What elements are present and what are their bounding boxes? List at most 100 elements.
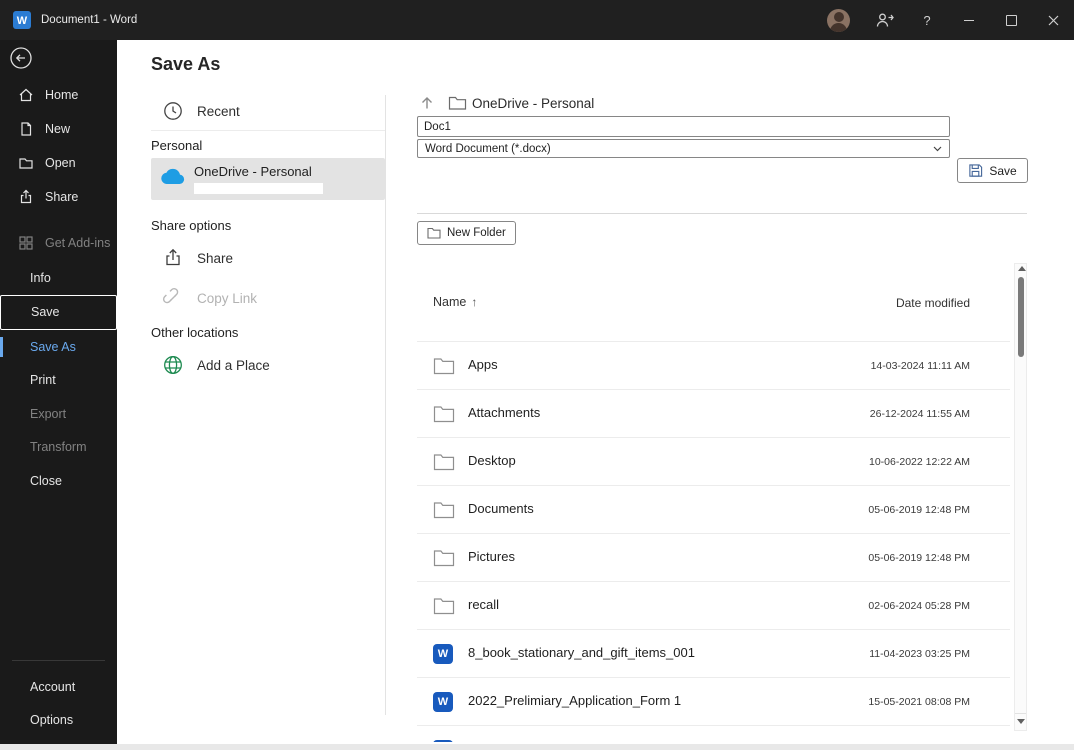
sidebar-item-new[interactable]: New (0, 112, 117, 146)
sidebar-item-open[interactable]: Open (0, 146, 117, 180)
back-button[interactable] (9, 46, 33, 70)
file-row-recall[interactable]: recall 02-06-2024 05:28 PM (417, 582, 1010, 630)
sidebar-item-label: Print (30, 373, 56, 387)
sidebar-item-label: New (45, 122, 70, 136)
sidebar-item-close[interactable]: Close (0, 464, 117, 498)
sidebar-item-label: Export (30, 407, 66, 421)
save-floppy-icon (968, 163, 983, 178)
nav-item-recent[interactable]: Recent (151, 95, 385, 127)
column-header-date-modified[interactable]: Date modified (896, 296, 970, 310)
new-folder-label: New Folder (447, 227, 506, 239)
file-row-desktop[interactable]: Desktop 10-06-2022 12:22 AM (417, 438, 1010, 486)
column-header-name-label: Name (433, 295, 466, 309)
folder-icon (433, 501, 455, 519)
filename-input[interactable] (417, 116, 950, 137)
file-name: Pictures (468, 549, 515, 564)
onedrive-cloud-icon (160, 167, 186, 184)
file-date: 10-06-2022 12:22 AM (869, 456, 970, 468)
sidebar-item-save[interactable]: Save (0, 295, 117, 331)
folder-icon (433, 357, 455, 375)
sidebar-item-share[interactable]: Share (0, 180, 117, 214)
sidebar-item-home[interactable]: Home (0, 78, 117, 112)
file-row-partial[interactable]: W (417, 726, 1010, 742)
nav-item-onedrive-personal[interactable]: OneDrive - Personal (151, 158, 385, 200)
close-button[interactable] (1032, 0, 1074, 40)
help-button[interactable]: ? (906, 0, 948, 40)
sidebar-item-export[interactable]: Export (0, 397, 117, 431)
column-header-name[interactable]: Name ↑ (433, 295, 477, 309)
folder-icon (433, 453, 455, 471)
sidebar-item-info[interactable]: Info (0, 261, 117, 295)
nav-divider (151, 130, 385, 131)
maximize-button[interactable] (990, 0, 1032, 40)
file-date: 11-04-2023 03:25 PM (869, 648, 970, 660)
onedrive-account-redacted (194, 183, 323, 194)
word-file-icon: W (433, 644, 453, 664)
file-name: Desktop (468, 453, 516, 468)
open-folder-icon (18, 155, 34, 171)
window-bottom-edge (0, 744, 1074, 750)
file-row-documents[interactable]: Documents 05-06-2019 12:48 PM (417, 486, 1010, 534)
page-title: Save As (151, 54, 220, 75)
titlebar: W Document1 - Word ? (0, 0, 1074, 40)
sidebar-item-transform[interactable]: Transform (0, 431, 117, 465)
save-panel: OneDrive - Personal Word Document (*.doc… (417, 95, 1027, 746)
sidebar-item-label: Save As (30, 340, 76, 354)
panel-divider (417, 213, 1027, 214)
nav-item-copy-link[interactable]: Copy Link (151, 282, 385, 314)
share-box-icon (161, 246, 185, 270)
svg-text:W: W (17, 15, 28, 27)
file-name: 2022_Prelimiary_Application_Form 1 (468, 693, 681, 708)
up-directory-icon[interactable] (419, 95, 435, 111)
filetype-dropdown[interactable]: Word Document (*.docx) (417, 139, 950, 158)
breadcrumb-folder-icon (448, 95, 467, 111)
file-row-word-doc[interactable]: W 2022_Prelimiary_Application_Form 1 15-… (417, 678, 1010, 726)
save-button[interactable]: Save (957, 158, 1028, 183)
file-date: 15-05-2021 08:08 PM (868, 696, 970, 708)
word-file-icon: W (433, 740, 453, 742)
file-row-apps[interactable]: Apps 14-03-2024 11:11 AM (417, 342, 1010, 390)
folder-icon (433, 405, 455, 423)
sidebar-item-print[interactable]: Print (0, 364, 117, 398)
file-date: 05-06-2019 12:48 PM (868, 504, 970, 516)
nav-item-label: Recent (197, 104, 240, 119)
account-avatar[interactable] (827, 9, 850, 32)
scroll-down-button[interactable] (1015, 713, 1026, 729)
file-row-word-doc[interactable]: W 8_book_stationary_and_gift_items_001 1… (417, 630, 1010, 678)
sidebar-item-label: Account (30, 680, 75, 694)
window-title: Document1 - Word (41, 14, 137, 26)
folder-icon (433, 597, 455, 615)
word-file-icon: W (433, 692, 453, 712)
sidebar-item-label: Home (45, 88, 78, 102)
sidebar-item-save-as[interactable]: Save As (0, 330, 117, 364)
scroll-down-icon (1017, 719, 1025, 724)
nav-item-share[interactable]: Share (151, 242, 385, 274)
file-row-pictures[interactable]: Pictures 05-06-2019 12:48 PM (417, 534, 1010, 582)
backstage-sidebar: Home New Open Share Get Add-ins Info Sav… (0, 40, 117, 744)
column-divider (385, 95, 386, 715)
file-row-attachments[interactable]: Attachments 26-12-2024 11:55 AM (417, 390, 1010, 438)
sidebar-item-label: Transform (30, 440, 87, 454)
home-icon (18, 87, 34, 103)
sidebar-item-label: Get Add-ins (45, 236, 110, 250)
personal-header: Personal (151, 135, 202, 155)
file-list-scrollbar[interactable] (1014, 263, 1027, 731)
share-contact-icon[interactable] (864, 0, 906, 40)
sidebar-item-account[interactable]: Account (0, 670, 117, 704)
sidebar-item-get-addins[interactable]: Get Add-ins (0, 226, 117, 260)
new-folder-button[interactable]: New Folder (417, 221, 516, 245)
nav-item-label: Copy Link (197, 291, 257, 306)
scrollbar-thumb[interactable] (1018, 277, 1024, 357)
sidebar-item-label: Save (31, 305, 60, 319)
globe-icon (161, 353, 185, 377)
sidebar-item-label: Share (45, 190, 78, 204)
sidebar-item-label: Options (30, 713, 73, 727)
sidebar-item-options[interactable]: Options (0, 704, 117, 738)
breadcrumb-location[interactable]: OneDrive - Personal (472, 96, 594, 111)
minimize-button[interactable] (948, 0, 990, 40)
file-date: 02-06-2024 05:28 PM (868, 600, 970, 612)
sort-ascending-icon: ↑ (471, 295, 477, 309)
scroll-up-icon[interactable] (1018, 266, 1026, 271)
nav-item-add-a-place[interactable]: Add a Place (151, 349, 385, 381)
word-window: W Document1 - Word ? Home (0, 0, 1074, 750)
